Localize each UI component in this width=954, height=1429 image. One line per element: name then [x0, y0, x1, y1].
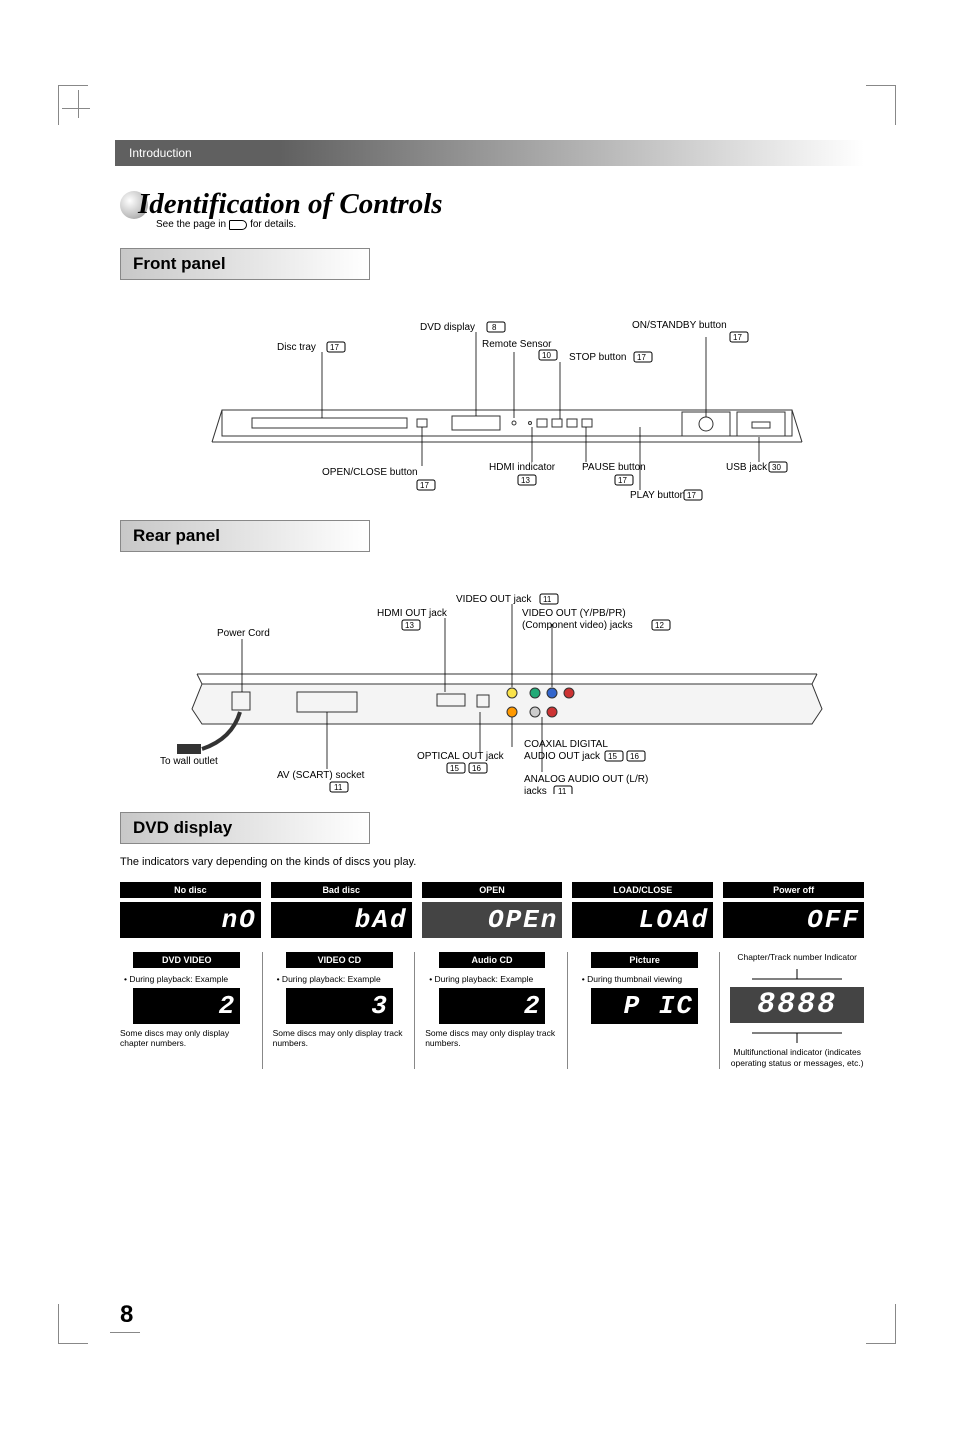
- display-intro: The indicators vary depending on the kin…: [120, 856, 864, 868]
- svg-text:Disc tray: Disc tray: [277, 342, 316, 353]
- svg-text:VIDEO OUT jack: VIDEO OUT jack: [456, 594, 532, 605]
- svg-text:30: 30: [772, 463, 781, 472]
- svg-text:ANALOG AUDIO OUT (L/R): ANALOG AUDIO OUT (L/R): [524, 774, 648, 785]
- section-header: Introduction: [115, 140, 864, 166]
- audio-cd-label: Audio CD: [439, 952, 546, 968]
- svg-text:17: 17: [687, 491, 696, 500]
- svg-text:11: 11: [334, 783, 343, 792]
- svg-text:16: 16: [472, 764, 481, 773]
- svg-text:HDMI indicator: HDMI indicator: [489, 462, 556, 473]
- svg-text:VIDEO OUT (Y/PB/PR): VIDEO OUT (Y/PB/PR): [522, 608, 626, 619]
- svg-text:12: 12: [655, 621, 664, 630]
- svg-text:To wall outlet: To wall outlet: [160, 756, 218, 767]
- display-row1: No disc nO Bad disc bAd OPEN OPEn LOAD/C…: [120, 882, 864, 938]
- page-title: Identification of Controls: [138, 188, 443, 221]
- svg-text:OPEN/CLOSE button: OPEN/CLOSE button: [322, 467, 418, 478]
- svg-text:Power Cord: Power Cord: [217, 628, 270, 639]
- chapter-track-indicator-label: Chapter/Track number Indicator: [737, 952, 857, 963]
- multifunctional-indicator-caption: Multifunctional indicator (indicates ope…: [730, 1047, 864, 1069]
- svg-text:17: 17: [420, 481, 429, 490]
- svg-text:15: 15: [450, 764, 459, 773]
- svg-text:17: 17: [618, 476, 627, 485]
- svg-text:(Component video) jacks: (Component video) jacks: [522, 620, 633, 631]
- svg-text:USB jack: USB jack: [726, 462, 768, 473]
- no-disc-label: No disc: [120, 882, 261, 898]
- svg-text:ON/STANDBY button: ON/STANDBY button: [632, 320, 727, 331]
- svg-text:17: 17: [733, 333, 742, 342]
- svg-text:PAUSE button: PAUSE button: [582, 462, 646, 473]
- open-label: OPEN: [422, 882, 563, 898]
- svg-text:HDMI OUT jack: HDMI OUT jack: [377, 608, 448, 619]
- dvd-video-label: DVD VIDEO: [133, 952, 240, 968]
- bad-disc-label: Bad disc: [271, 882, 412, 898]
- svg-text:PLAY button: PLAY button: [630, 490, 685, 501]
- picture-label: Picture: [591, 952, 698, 968]
- svg-text:8: 8: [492, 323, 497, 332]
- svg-text:13: 13: [521, 476, 530, 485]
- display-row2: DVD VIDEO • During playback: Example 2 S…: [120, 952, 864, 1069]
- svg-text:AUDIO OUT jack: AUDIO OUT jack: [524, 751, 601, 762]
- power-off-label: Power off: [723, 882, 864, 898]
- svg-text:DVD display: DVD display: [420, 322, 475, 333]
- svg-text:15: 15: [608, 752, 617, 761]
- svg-text:11: 11: [558, 787, 567, 794]
- page-number: 8: [120, 1301, 133, 1329]
- front-panel-diagram: DVD display Disc tray Remote Sensor STOP…: [120, 292, 864, 502]
- svg-text:COAXIAL DIGITAL: COAXIAL DIGITAL: [524, 739, 608, 750]
- video-cd-label: VIDEO CD: [286, 952, 393, 968]
- svg-text:OPTICAL OUT jack: OPTICAL OUT jack: [417, 751, 505, 762]
- svg-text:10: 10: [542, 351, 551, 360]
- load-close-label: LOAD/CLOSE: [572, 882, 713, 898]
- rear-panel-heading: Rear panel: [120, 520, 370, 552]
- rear-panel-diagram: VIDEO OUT jack HDMI OUT jack Power Cord …: [120, 564, 864, 794]
- svg-text:AV (SCART) socket: AV (SCART) socket: [277, 770, 365, 781]
- svg-text:jacks: jacks: [523, 786, 547, 794]
- front-panel-heading: Front panel: [120, 248, 370, 280]
- svg-text:17: 17: [330, 343, 339, 352]
- svg-text:16: 16: [630, 752, 639, 761]
- svg-text:17: 17: [637, 353, 646, 362]
- svg-text:11: 11: [543, 595, 552, 604]
- svg-text:Remote Sensor: Remote Sensor: [482, 339, 552, 350]
- svg-text:13: 13: [405, 621, 414, 630]
- svg-text:STOP button: STOP button: [569, 352, 626, 363]
- dvd-display-heading: DVD display: [120, 812, 370, 844]
